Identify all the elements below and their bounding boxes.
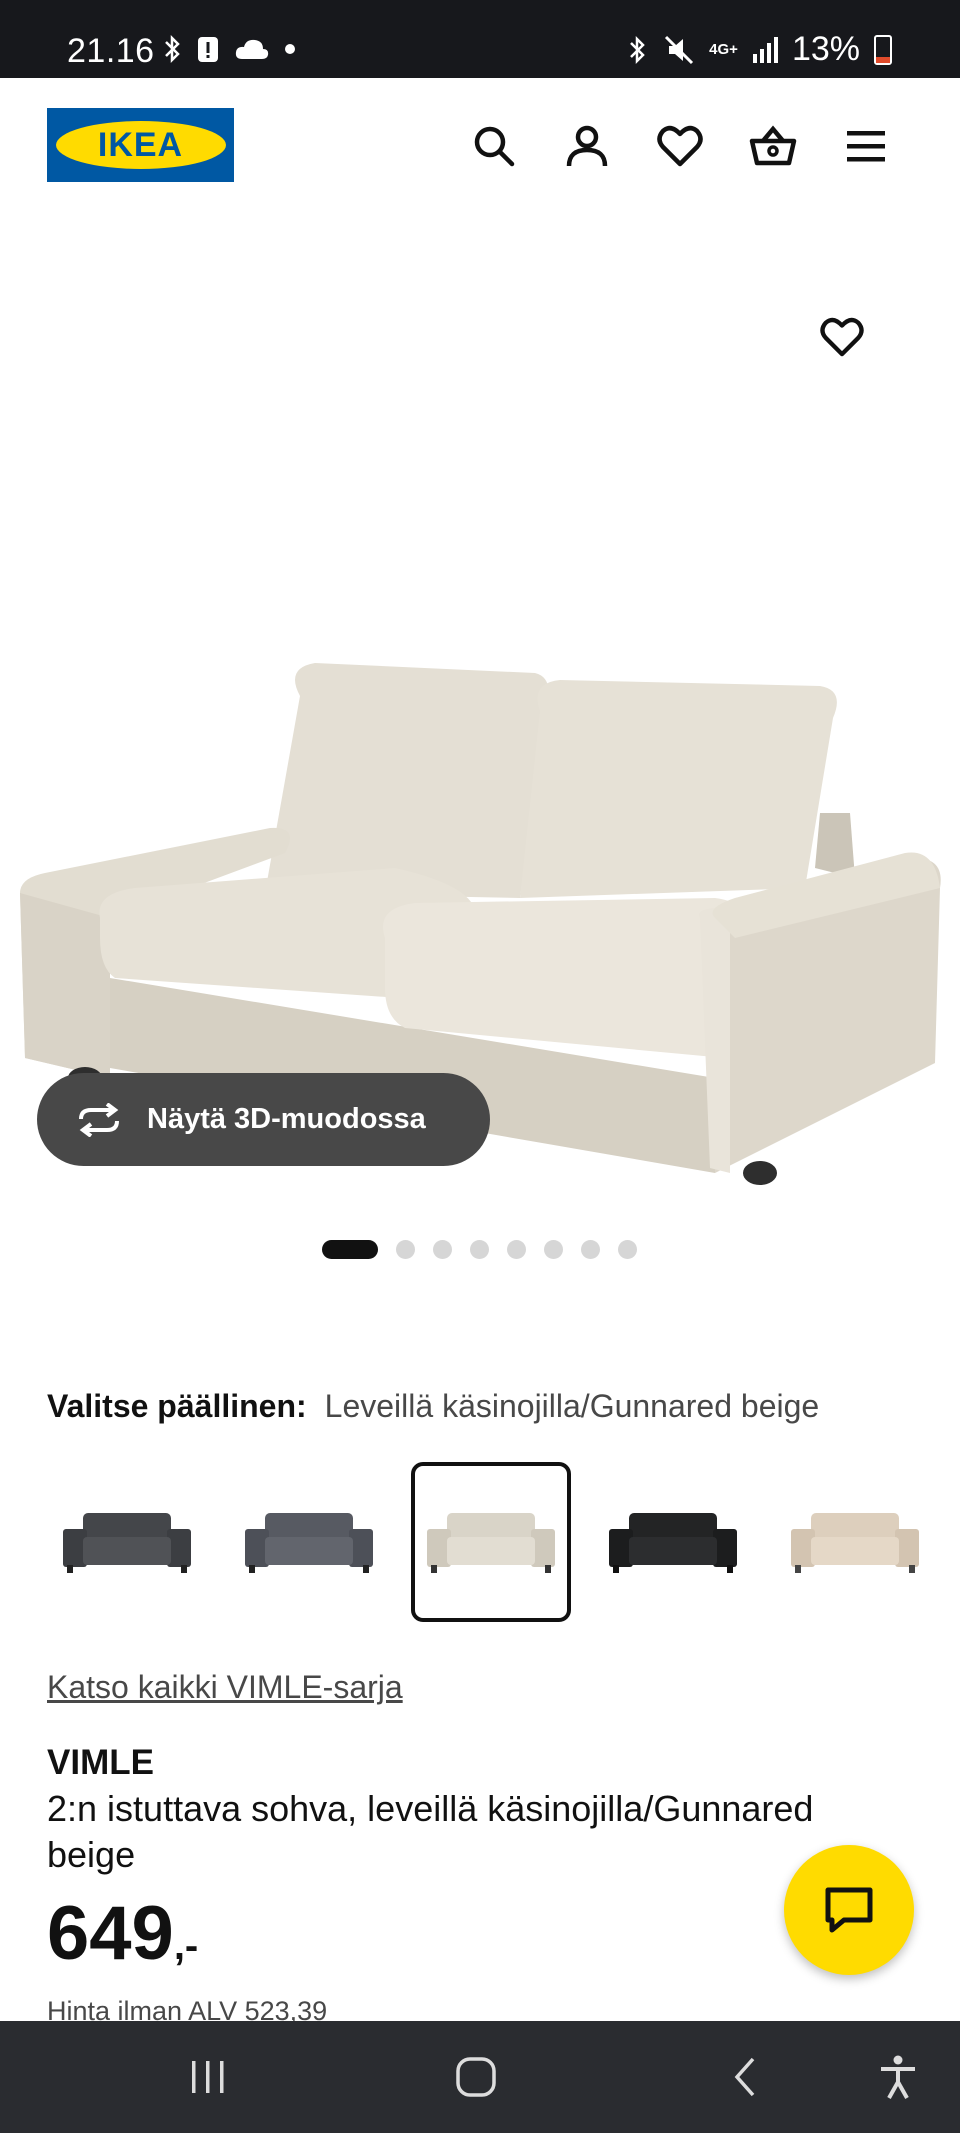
swatch-light-beige[interactable] bbox=[775, 1462, 935, 1622]
carousel-dot[interactable] bbox=[433, 1240, 452, 1259]
bluetooth-icon bbox=[165, 34, 180, 64]
search-icon[interactable] bbox=[466, 118, 522, 174]
menu-icon[interactable] bbox=[838, 118, 894, 174]
carousel-dot[interactable] bbox=[581, 1240, 600, 1259]
view-3d-label: Näytä 3D-muodossa bbox=[147, 1103, 426, 1135]
carousel-dot[interactable] bbox=[396, 1240, 415, 1259]
battery-percent: 13% bbox=[791, 30, 860, 68]
network-label: 4G+ bbox=[709, 41, 738, 58]
carousel-dot[interactable] bbox=[470, 1240, 489, 1259]
product-image[interactable] bbox=[0, 213, 960, 1185]
swatch-black[interactable] bbox=[593, 1462, 753, 1622]
cover-selected-value: Leveillä käsinojilla/Gunnared beige bbox=[324, 1388, 820, 1424]
product-name: VIMLE bbox=[47, 1743, 154, 1782]
cover-swatches bbox=[47, 1462, 935, 1622]
status-time: 21.16 bbox=[67, 32, 155, 70]
bluetooth-icon bbox=[630, 35, 645, 64]
series-link[interactable]: Katso kaikki VIMLE-sarja bbox=[47, 1669, 403, 1706]
swatch-beige-selected[interactable] bbox=[411, 1462, 571, 1622]
accessibility-icon[interactable] bbox=[868, 2051, 928, 2103]
carousel-dot[interactable] bbox=[322, 1240, 378, 1259]
price-value: 649 bbox=[47, 1891, 174, 1976]
carousel-dots bbox=[322, 1240, 637, 1259]
heart-icon[interactable] bbox=[652, 118, 708, 174]
cover-selector-heading: Valitse päällinen: Leveillä käsinojilla/… bbox=[47, 1388, 819, 1425]
dot-icon bbox=[285, 44, 295, 54]
price-suffix: ,- bbox=[173, 1924, 199, 1968]
cloud-icon bbox=[235, 39, 269, 59]
signal-icon bbox=[752, 36, 778, 63]
logo-text: IKEA bbox=[97, 125, 184, 164]
recent-apps-icon[interactable] bbox=[178, 2051, 238, 2103]
account-icon[interactable] bbox=[559, 118, 615, 174]
swatch-dark-grey[interactable] bbox=[47, 1462, 207, 1622]
chat-icon bbox=[825, 1887, 873, 1933]
favourite-heart-icon[interactable] bbox=[814, 309, 870, 365]
view-3d-button[interactable]: Näytä 3D-muodossa bbox=[37, 1073, 490, 1166]
back-icon[interactable] bbox=[716, 2051, 776, 2103]
site-header: IKEA bbox=[0, 78, 960, 213]
cover-label: Valitse päällinen: bbox=[47, 1388, 307, 1424]
chat-button[interactable] bbox=[784, 1845, 914, 1975]
carousel-dot[interactable] bbox=[544, 1240, 563, 1259]
status-bar: 21.16 4G+ 13% bbox=[0, 0, 960, 78]
mute-icon bbox=[665, 35, 694, 64]
alert-icon bbox=[198, 37, 218, 62]
cart-icon[interactable] bbox=[745, 118, 801, 174]
carousel-dot[interactable] bbox=[507, 1240, 526, 1259]
product-description: 2:n istuttava sohva, leveillä käsinojill… bbox=[47, 1788, 814, 1875]
system-nav-bar bbox=[0, 2021, 960, 2133]
home-icon[interactable] bbox=[446, 2051, 506, 2103]
swatch-medium-grey[interactable] bbox=[229, 1462, 389, 1622]
ikea-logo[interactable]: IKEA bbox=[47, 108, 234, 182]
carousel-dot[interactable] bbox=[618, 1240, 637, 1259]
battery-icon bbox=[874, 34, 892, 65]
rotate-3d-icon bbox=[75, 1102, 123, 1137]
product-price: 649 ,- bbox=[47, 1890, 198, 1977]
